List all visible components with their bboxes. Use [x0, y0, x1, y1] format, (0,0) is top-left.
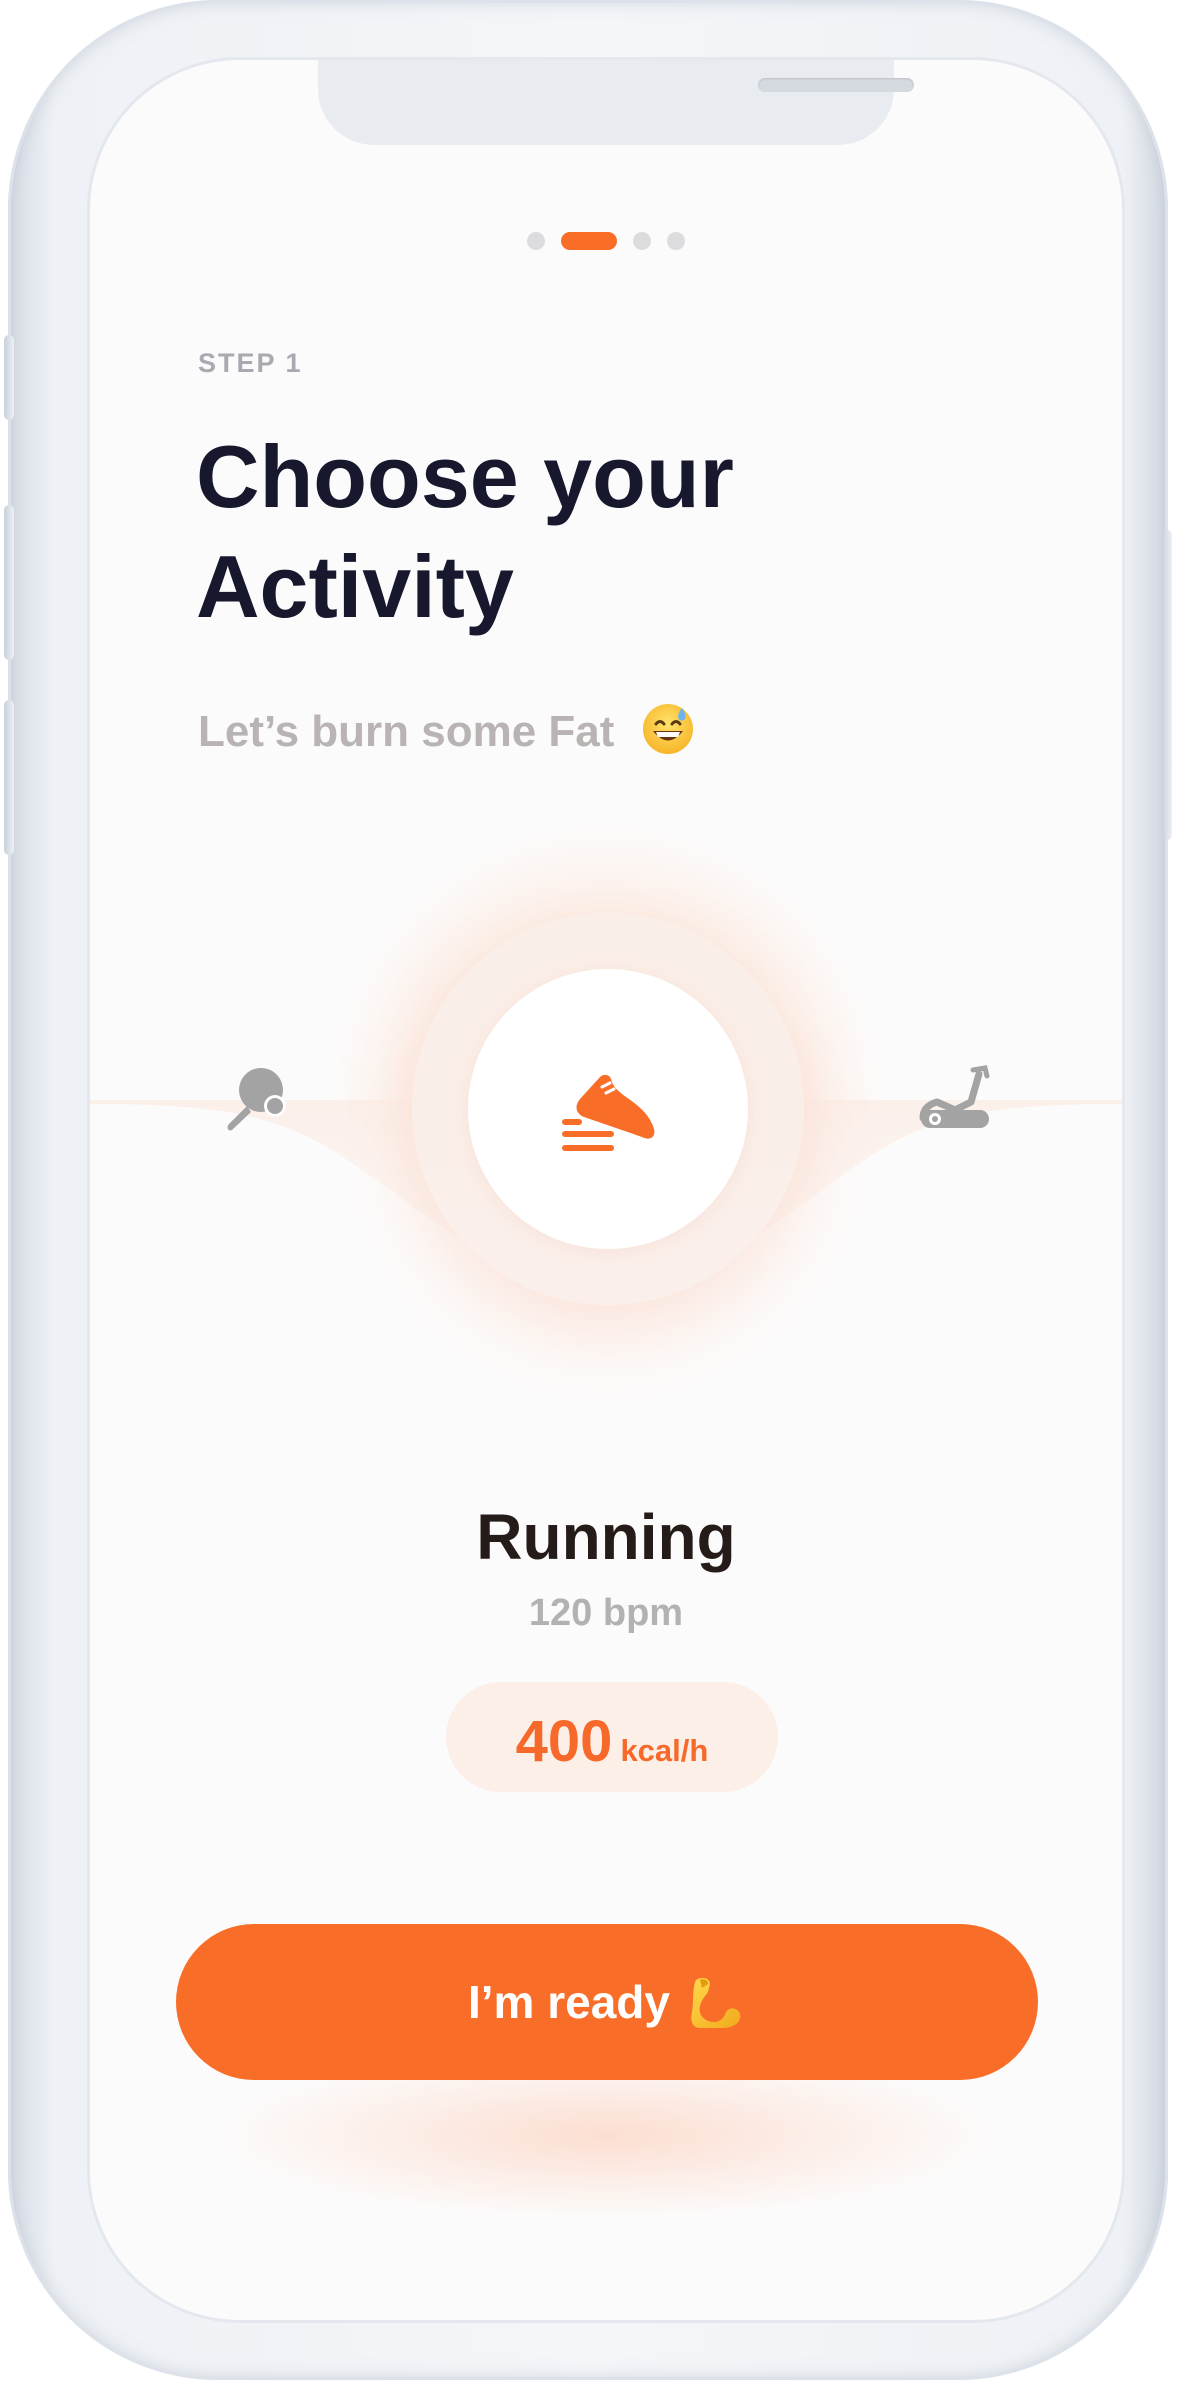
title-line-2: Activity	[196, 537, 514, 636]
page-dot-active[interactable]	[561, 232, 617, 250]
running-shoe-icon	[562, 1074, 655, 1151]
notch	[318, 60, 914, 145]
power-button	[1162, 530, 1172, 840]
step-label: STEP 1	[198, 348, 303, 378]
exercise-bike-icon[interactable]	[915, 1060, 995, 1140]
page-title: Choose your Activity	[196, 422, 996, 642]
selected-activity-button[interactable]	[468, 969, 748, 1249]
im-ready-label: I’m ready	[468, 1976, 670, 2028]
page-dot[interactable]	[667, 232, 685, 250]
volume-up-button	[4, 505, 14, 660]
table-tennis-icon[interactable]	[217, 1060, 297, 1140]
mute-switch	[4, 335, 14, 420]
activity-name: Running	[476, 1501, 736, 1573]
page-indicator	[90, 232, 1122, 250]
grinning-face-with-sweat-icon	[642, 704, 693, 754]
im-ready-button[interactable]: I’m ready	[176, 1924, 1038, 2080]
calories-value: 400	[515, 1709, 613, 1774]
volume-down-button	[4, 700, 14, 855]
subtitle-text: Let’s burn some Fat	[198, 707, 615, 756]
speaker-grille	[758, 78, 914, 92]
page-dot[interactable]	[527, 232, 545, 250]
phone-screen: STEP 1 Choose your Activity Let’s burn s…	[90, 60, 1122, 2320]
page-subtitle: Let’s burn some Fat	[198, 702, 695, 757]
title-line-1: Choose your	[196, 427, 734, 526]
activity-heart-rate: 120 bpm	[528, 1592, 684, 1634]
flexed-biceps-icon	[691, 1977, 741, 2028]
calories-unit: kcal/h	[620, 1733, 709, 1768]
page-dot[interactable]	[633, 232, 651, 250]
phone-frame: STEP 1 Choose your Activity Let’s burn s…	[4, 0, 1172, 2380]
calories-badge: 400 kcal/h	[446, 1682, 778, 1792]
